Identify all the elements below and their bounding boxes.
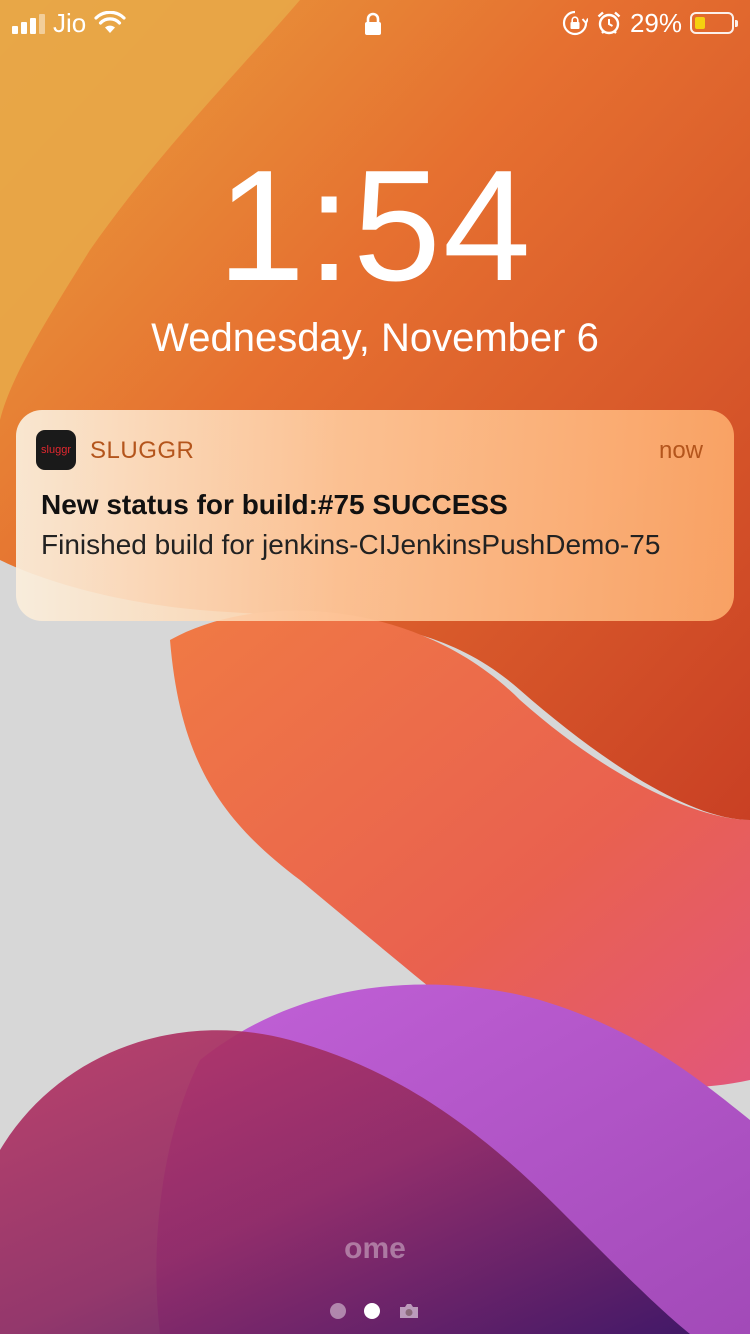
signal-icon [12,12,45,34]
battery-level-fill [695,17,705,29]
unlock-hint: ome [344,1232,406,1265]
carrier-name: Jio [53,8,87,38]
rotation-lock-icon [562,10,588,36]
page-dot-active[interactable] [364,1303,380,1319]
notification-time: now [658,437,703,464]
notification-body: Finished build for jenkins-CIJenkinsPush… [41,529,661,560]
lock-icon [365,12,381,35]
camera-icon[interactable] [398,1302,420,1320]
alarm-icon [597,11,621,35]
battery-percentage: 29% [629,8,682,38]
wifi-icon [94,11,126,33]
page-indicator [0,1302,750,1320]
status-bar: Jio 29% [0,0,750,48]
status-bar-right: 29% [562,8,738,38]
lockscreen-date: Wednesday, November 6 [151,316,599,360]
notification-title: New status for build:#75 SUCCESS [41,489,508,520]
battery-icon [690,12,738,34]
notification-card[interactable]: sluggr SLUGGR now New status for build:#… [16,410,734,621]
page-dot[interactable] [330,1303,346,1319]
sluggr-app-icon: sluggr [36,430,76,470]
status-bar-left: Jio [12,8,126,38]
notification-app-name: SLUGGR [90,437,195,464]
lockscreen-time: 1:54 [217,138,533,314]
